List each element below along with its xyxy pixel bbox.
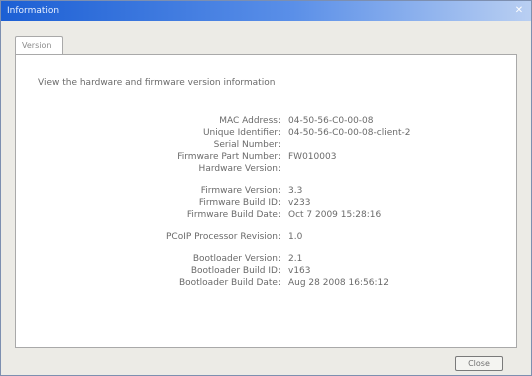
tab-version-label: Version: [22, 41, 52, 50]
field-value: v233: [288, 198, 311, 208]
field-label: Bootloader Build ID:: [190, 266, 281, 276]
field-value: FW010003: [288, 152, 337, 162]
field-row-unique-identifier: Unique Identifier: 04-50-56-C0-00-08-cli…: [16, 128, 518, 140]
field-row-firmware-build-id: Firmware Build ID: v233: [16, 198, 518, 210]
field-label: Bootloader Version:: [192, 254, 281, 264]
field-label: Hardware Version:: [198, 164, 281, 174]
information-dialog: Information ✕ Version View the hardware …: [0, 0, 532, 376]
field-label: Serial Number:: [213, 140, 281, 150]
field-row-bootloader-version: Bootloader Version: 2.1: [16, 254, 518, 266]
field-label: Firmware Version:: [200, 186, 281, 196]
field-row-pcoip-processor-revision: PCoIP Processor Revision: 1.0: [16, 232, 518, 244]
field-value: 1.0: [288, 232, 303, 242]
field-value: 2.1: [288, 254, 303, 264]
field-label: Bootloader Build Date:: [178, 278, 281, 288]
tab-version[interactable]: Version: [15, 36, 63, 55]
field-value: 04-50-56-C0-00-08: [288, 116, 374, 126]
field-value: Oct 7 2009 15:28:16: [288, 210, 382, 220]
version-panel: View the hardware and firmware version i…: [15, 54, 517, 348]
field-value: v163: [288, 266, 311, 276]
field-row-firmware-part-number: Firmware Part Number: FW010003: [16, 152, 518, 164]
field-row-firmware-build-date: Firmware Build Date: Oct 7 2009 15:28:16: [16, 210, 518, 222]
field-row-mac-address: MAC Address: 04-50-56-C0-00-08: [16, 116, 518, 128]
field-value: 3.3: [288, 186, 303, 196]
close-icon[interactable]: ✕: [513, 5, 525, 17]
field-value: Aug 28 2008 16:56:12: [288, 278, 389, 288]
field-label: Firmware Build Date:: [186, 210, 281, 220]
field-row-bootloader-build-date: Bootloader Build Date: Aug 28 2008 16:56…: [16, 278, 518, 290]
field-row-bootloader-build-id: Bootloader Build ID: v163: [16, 266, 518, 278]
field-row-serial-number: Serial Number:: [16, 140, 518, 152]
field-value: 04-50-56-C0-00-08-client-2: [288, 128, 411, 138]
field-row-hardware-version: Hardware Version:: [16, 164, 518, 176]
title-bar[interactable]: Information ✕: [1, 1, 531, 21]
field-label: MAC Address:: [219, 116, 281, 126]
panel-description: View the hardware and firmware version i…: [38, 78, 276, 88]
field-row-firmware-version: Firmware Version: 3.3: [16, 186, 518, 198]
window-title: Information: [7, 6, 60, 16]
field-label: Unique Identifier:: [202, 128, 281, 138]
close-button[interactable]: Close: [455, 356, 503, 371]
field-label: PCoIP Processor Revision:: [165, 232, 281, 242]
field-label: Firmware Build ID:: [198, 198, 281, 208]
field-label: Firmware Part Number:: [177, 152, 281, 162]
